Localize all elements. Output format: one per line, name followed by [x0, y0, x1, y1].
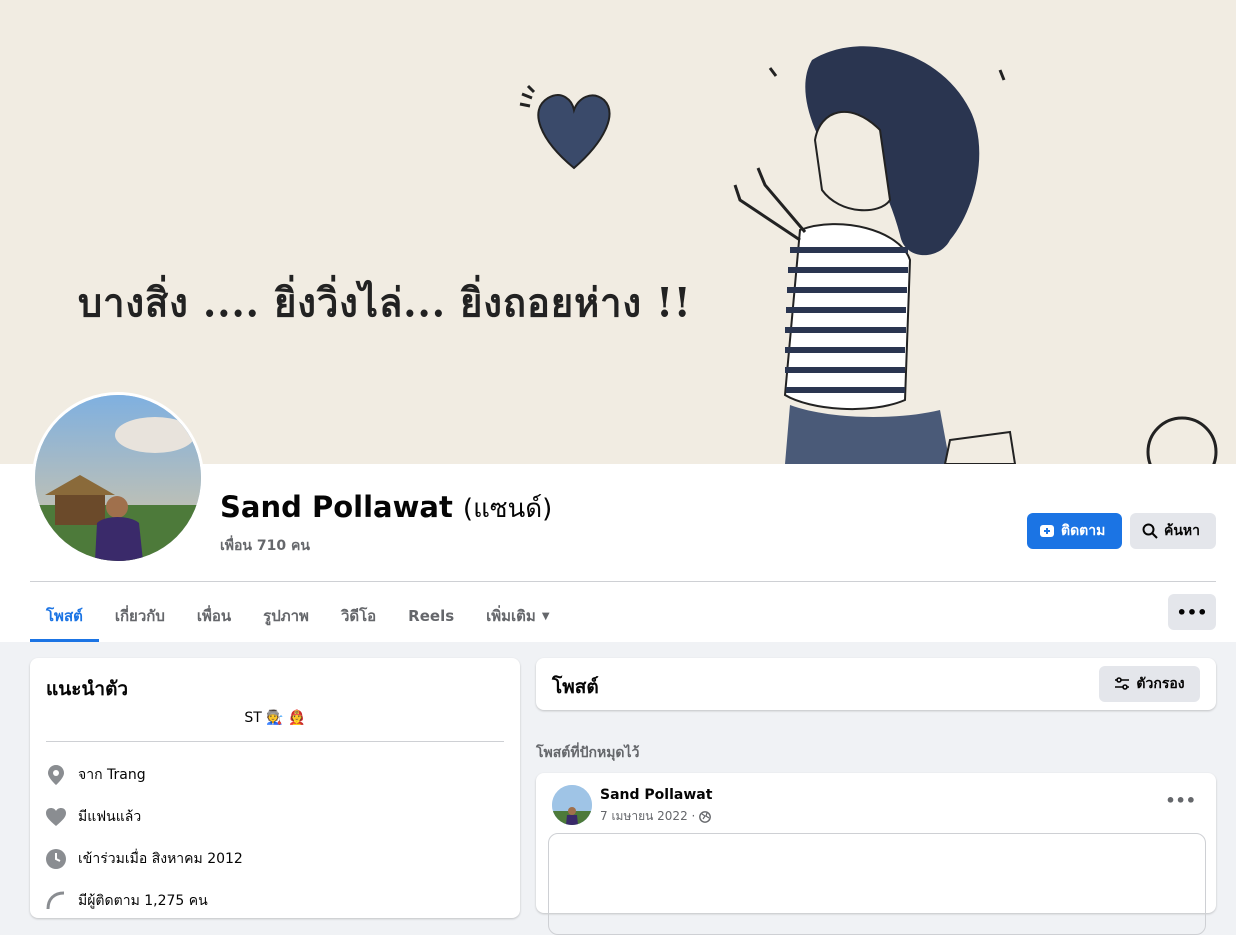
tab-more-label: เพิ่มเติม [486, 607, 536, 625]
header-divider [30, 581, 1216, 582]
post-meta: 7 เมษายน 2022 · [600, 807, 712, 826]
pinned-post: Sand Pollawat 7 เมษายน 2022 · ••• [536, 773, 1216, 935]
post-content[interactable] [548, 833, 1206, 935]
profile-tabs: โพสต์ เกี่ยวกับ เพื่อน รูปภาพ วิดีโอ Ree… [30, 590, 566, 642]
cover-illustration [519, 46, 1218, 464]
clock-icon [46, 849, 66, 869]
tab-videos[interactable]: วิดีโอ [325, 590, 392, 642]
posts-title: โพสต์ [552, 676, 599, 698]
filter-label: ตัวกรอง [1136, 676, 1185, 692]
friends-count[interactable]: เพื่อน 710 คน [220, 535, 552, 557]
follow-button[interactable]: ติดตาม [1027, 513, 1122, 549]
cover-photo[interactable]: บางสิ่ง .... ยิ่งวิ่งไล่... ยิ่งถอยห่าง … [0, 0, 1236, 464]
tab-about[interactable]: เกี่ยวกับ [99, 590, 181, 642]
info-followers[interactable]: มีผู้ติดตาม 1,275 คน [46, 890, 208, 912]
search-button[interactable]: ค้นหา [1130, 513, 1216, 549]
info-from: จาก Trang [46, 764, 146, 786]
tab-photos[interactable]: รูปภาพ [247, 590, 325, 642]
tab-posts[interactable]: โพสต์ [30, 590, 99, 642]
ellipsis-icon: ••• [1176, 602, 1208, 622]
post-avatar-photo [552, 785, 592, 825]
location-pin-icon [46, 765, 66, 785]
avatar-photo [35, 395, 201, 561]
info-from-text: จาก Trang [78, 767, 146, 783]
tab-more[interactable]: เพิ่มเติม ▼ [470, 590, 565, 642]
filter-button[interactable]: ตัวกรอง [1099, 666, 1200, 702]
tab-reels[interactable]: Reels [392, 590, 470, 642]
intro-divider [46, 741, 504, 742]
followers-icon [46, 891, 66, 911]
profile-avatar[interactable] [32, 392, 204, 564]
intro-card: แนะนำตัว ST 🧑‍🏭 🧑‍🚒 จาก Trang มีแฟนแล้ว … [30, 658, 520, 918]
follow-label: ติดตาม [1061, 523, 1106, 539]
profile-alt-name: (แซนด์) [462, 494, 553, 524]
profile-name-block: Sand Pollawat (แซนด์) เพื่อน 710 คน [220, 488, 552, 557]
tab-friends[interactable]: เพื่อน [181, 590, 247, 642]
more-options-button[interactable]: ••• [1168, 594, 1216, 630]
info-joined: เข้าร่วมเมื่อ สิงหาคม 2012 [46, 848, 243, 870]
post-author-avatar[interactable] [552, 785, 592, 825]
intro-title: แนะนำตัว [46, 678, 129, 700]
post-author-name[interactable]: Sand Pollawat [600, 787, 712, 803]
caret-down-icon: ▼ [541, 610, 550, 622]
profile-header: บางสิ่ง .... ยิ่งวิ่งไล่... ยิ่งถอยห่าง … [0, 0, 1236, 642]
filter-icon [1115, 677, 1130, 690]
info-relationship-text: มีแฟนแล้ว [78, 809, 142, 825]
heart-icon [46, 807, 66, 827]
posts-header-card: โพสต์ ตัวกรอง [536, 658, 1216, 710]
info-joined-text: เข้าร่วมเมื่อ สิงหาคม 2012 [78, 851, 243, 867]
info-relationship: มีแฟนแล้ว [46, 806, 141, 828]
search-icon [1142, 523, 1158, 539]
cover-caption: บางสิ่ง .... ยิ่งวิ่งไล่... ยิ่งถอยห่าง … [78, 278, 692, 327]
profile-name-text: Sand Pollawat [220, 490, 453, 524]
profile-name: Sand Pollawat (แซนด์) [220, 488, 552, 529]
search-label: ค้นหา [1164, 523, 1201, 539]
intro-bio: ST 🧑‍🏭 🧑‍🚒 [244, 710, 306, 726]
pinned-posts-label: โพสต์ที่ปักหมุดไว้ [536, 745, 640, 761]
info-followers-text: มีผู้ติดตาม 1,275 คน [78, 893, 208, 909]
post-date[interactable]: 7 เมษายน 2022 · [600, 807, 695, 826]
follow-icon [1040, 525, 1054, 537]
globe-icon [699, 810, 712, 823]
post-options-icon[interactable]: ••• [1165, 791, 1196, 810]
